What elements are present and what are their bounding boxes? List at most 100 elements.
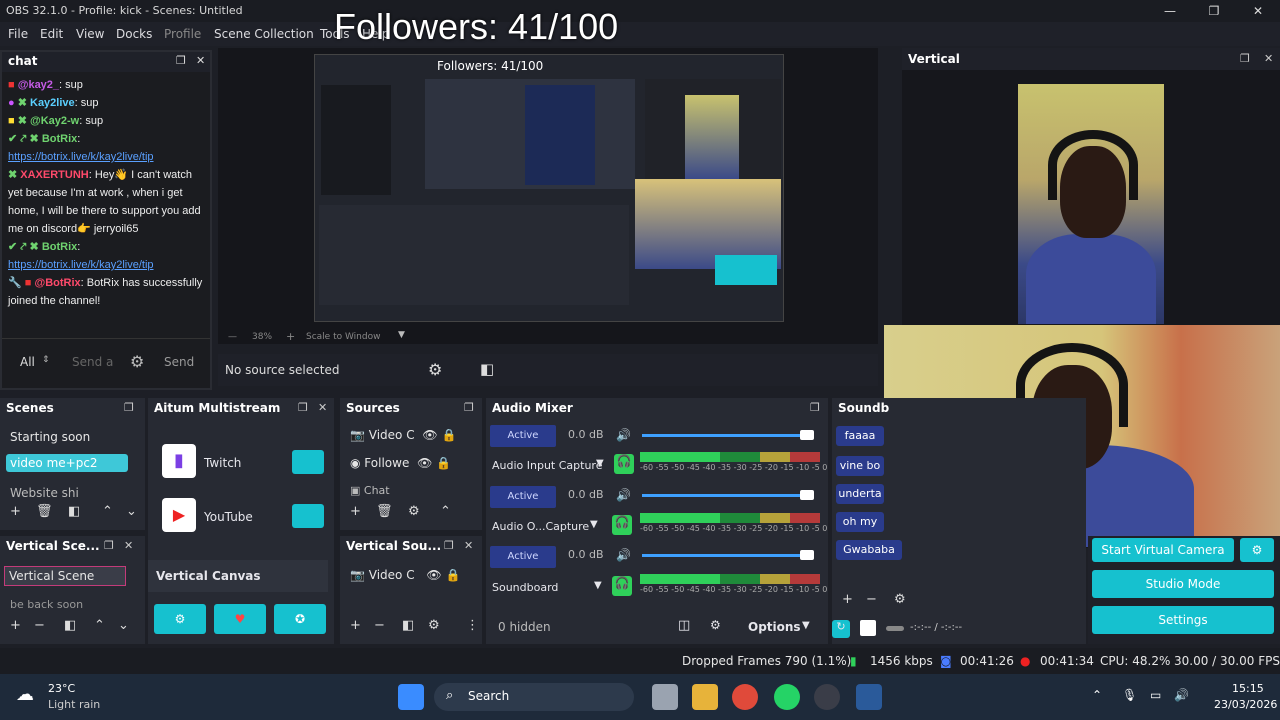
channel-active-button[interactable]: Active [490,425,556,447]
chevron-down-icon[interactable]: ⌄ [118,618,129,633]
speaker-icon[interactable]: 🔊 [616,428,631,442]
chevron-down-icon[interactable]: ⌄ [126,504,137,519]
add-icon[interactable]: + [350,618,361,633]
volume-slider[interactable] [642,434,812,437]
channel-active-button[interactable]: Active [490,546,556,568]
trash-icon[interactable]: 🗑 [36,504,53,519]
maximize-button[interactable]: ❐ [1196,0,1232,22]
scene-item[interactable]: Starting soon [10,430,90,444]
mic-icon[interactable]: 🎙 [1122,688,1137,702]
discord-button[interactable]: ✪ [274,604,326,634]
undock-icon[interactable]: ❐ [298,401,308,414]
twitch-toggle[interactable] [292,450,324,474]
search-box[interactable] [434,683,634,711]
vertical-scene-item-selected[interactable]: Vertical Scene [4,566,126,586]
layout-icon[interactable]: ◫ [678,618,690,633]
chat-filter[interactable]: All [20,355,35,369]
menu-docks[interactable]: Docks [116,27,152,41]
add-icon[interactable]: + [842,592,853,607]
undock-icon[interactable]: ❐ [464,401,474,414]
seek-slider[interactable] [886,626,904,631]
gear-icon[interactable]: ⚙ [428,618,440,633]
chevron-up-icon[interactable]: ⌃ [1092,688,1102,702]
close-button[interactable]: ✕ [1240,0,1276,22]
start-virtual-camera-button[interactable]: Start Virtual Camera [1092,538,1234,562]
sound-button[interactable]: oh my [836,512,884,532]
filter-icon[interactable]: ◧ [402,618,414,633]
whatsapp-icon[interactable] [774,684,800,710]
chevron-up-icon[interactable]: ⌃ [102,504,113,519]
volume-icon[interactable]: 🔊 [1174,688,1189,702]
source-item[interactable]: ◉ Followe 👁 🔒 [350,456,451,470]
menu-scene-collection[interactable]: Scene Collection [214,27,314,41]
speaker-icon[interactable]: 🔊 [616,548,631,562]
menu-profile[interactable]: Profile [164,27,201,41]
volume-knob[interactable] [800,430,814,440]
chevron-up-icon[interactable]: ⌃ [94,618,105,633]
menu-edit[interactable]: Edit [40,27,63,41]
settings-gear-button[interactable]: ⚙ [154,604,206,634]
speaker-icon[interactable]: 🔊 [616,488,631,502]
source-item[interactable]: ▣ Chat [350,484,390,497]
add-icon[interactable]: + [10,504,21,519]
stop-icon[interactable] [860,620,876,636]
chevron-down-icon[interactable]: ▼ [590,519,598,530]
add-icon[interactable]: + [350,504,361,519]
obs-icon[interactable] [814,684,840,710]
remove-icon[interactable]: − [374,618,385,633]
studio-mode-button[interactable]: Studio Mode [1092,570,1274,598]
more-icon[interactable]: ⋮ [466,618,479,633]
chevron-down-icon[interactable]: ▼ [398,330,405,340]
headphones-icon[interactable]: 🎧 [612,515,632,535]
heart-button[interactable]: ♥ [214,604,266,634]
youtube-toggle[interactable] [292,504,324,528]
trash-icon[interactable]: 🗑 [376,504,393,519]
zoom-minus[interactable]: — [228,332,237,342]
sound-button[interactable]: underta [836,484,884,504]
headphones-icon[interactable]: 🎧 [612,576,632,596]
undock-icon[interactable]: ❐ [176,54,186,67]
scene-item[interactable]: Website shi [10,486,79,500]
minimize-button[interactable]: — [1152,0,1188,22]
undock-icon[interactable]: ❐ [124,401,134,414]
close-icon[interactable]: ✕ [1264,52,1273,65]
undock-icon[interactable]: ❐ [444,539,454,552]
sound-button[interactable]: faaaa [836,426,884,446]
close-icon[interactable]: ✕ [196,54,205,67]
chevron-down-icon[interactable]: ▼ [594,580,602,591]
close-icon[interactable]: ✕ [464,539,473,552]
gear-icon[interactable]: ⚙ [408,504,420,519]
close-icon[interactable]: ✕ [124,539,133,552]
task-view-icon[interactable] [652,684,678,710]
chevron-down-icon[interactable]: ▼ [596,458,604,469]
app-icon[interactable] [856,684,882,710]
scale-mode[interactable]: Scale to Window [306,332,380,342]
remove-icon[interactable]: − [866,592,877,607]
display-icon[interactable]: ▭ [1150,688,1161,702]
chevron-updown-icon[interactable]: ⇕ [42,355,50,365]
remove-icon[interactable]: − [34,618,45,633]
source-item[interactable]: 📷 Video C 👁 🔒 [350,428,456,442]
volume-slider[interactable] [642,554,812,557]
chevron-down-icon[interactable]: ▼ [802,620,810,631]
undock-icon[interactable]: ❐ [810,401,820,414]
settings-button[interactable]: Settings [1092,606,1274,634]
gear-icon[interactable]: ⚙ [894,592,906,607]
add-icon[interactable]: + [10,618,21,633]
virtual-camera-gear-icon[interactable]: ⚙ [1240,538,1274,562]
volume-knob[interactable] [800,550,814,560]
sound-button[interactable]: vine bo [836,456,884,476]
send-button[interactable]: Send [164,355,194,369]
undock-icon[interactable]: ❐ [1240,52,1250,65]
headphones-icon[interactable]: 🎧 [614,454,634,474]
menu-view[interactable]: View [76,27,104,41]
volume-knob[interactable] [800,490,814,500]
gear-icon[interactable]: ⚙ [428,360,442,379]
chat-link[interactable]: https://botrix.live/k/kay2live/tip [8,256,204,274]
filter-icon[interactable]: ◧ [68,504,80,519]
zoom-plus[interactable]: + [286,330,295,343]
close-icon[interactable]: ✕ [318,401,327,414]
filter-icon[interactable]: ◧ [64,618,76,633]
menu-file[interactable]: File [8,27,28,41]
vertical-source-item[interactable]: 📷 Video C 👁 🔒 [350,568,460,582]
